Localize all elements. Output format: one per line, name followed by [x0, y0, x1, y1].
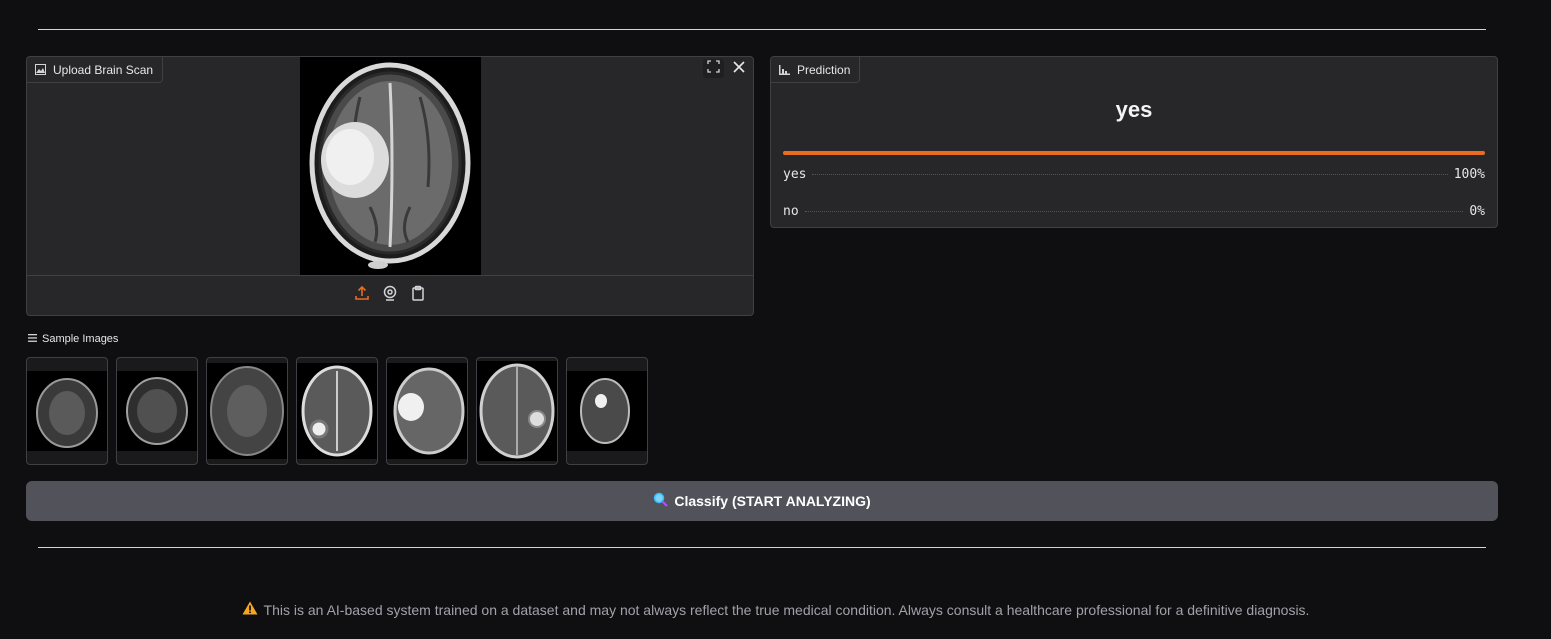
uploaded-brain-scan-image	[300, 57, 481, 275]
classify-button-label: Classify (START ANALYZING)	[674, 493, 871, 509]
samples-title: Sample Images	[42, 333, 119, 345]
webcam-button[interactable]	[381, 285, 399, 306]
confidence-row-yes: yes 100%	[783, 159, 1485, 196]
sample-image[interactable]	[206, 357, 288, 465]
confidence-percent: 0%	[1469, 204, 1485, 219]
prediction-panel: Prediction yes yes 100% no 0%	[770, 56, 1498, 228]
clipboard-button[interactable]	[409, 285, 427, 306]
clipboard-icon	[410, 285, 426, 306]
bar-chart-icon	[779, 64, 790, 75]
sample-image[interactable]	[116, 357, 198, 465]
sample-image[interactable]	[386, 357, 468, 465]
upload-image-panel[interactable]: Upload Brain Scan	[26, 56, 754, 316]
confidence-row-no: no 0%	[783, 196, 1485, 233]
webcam-icon	[382, 285, 398, 306]
confidence-percent: 100%	[1453, 167, 1485, 182]
upload-button[interactable]	[353, 285, 371, 306]
confidence-bar-fill	[783, 151, 1485, 155]
top-divider	[38, 29, 1486, 30]
list-icon	[28, 333, 37, 345]
warning-icon	[242, 601, 258, 618]
prediction-panel-label: Prediction	[771, 57, 861, 83]
confidence-list: yes 100% no 0%	[783, 151, 1485, 233]
confidence-label: no	[783, 204, 799, 219]
clear-image-button[interactable]	[728, 59, 749, 78]
upload-panel-actions	[703, 59, 749, 78]
classify-button[interactable]: Classify (START ANALYZING)	[26, 481, 1498, 521]
confidence-label: yes	[783, 167, 807, 182]
predicted-label: yes	[1115, 97, 1153, 122]
fullscreen-button[interactable]	[703, 59, 724, 78]
app-page: Upload Brain Scan Prediction yes yes 100…	[0, 0, 1551, 639]
sample-image[interactable]	[26, 357, 108, 465]
samples-header: Sample Images	[28, 333, 118, 345]
upload-panel-title: Upload Brain Scan	[53, 62, 154, 77]
sample-image[interactable]	[566, 357, 648, 465]
leader-dots	[804, 211, 1464, 212]
disclaimer-text: This is an AI-based system trained on a …	[263, 601, 1310, 618]
magnifier-icon	[653, 492, 669, 510]
leader-dots	[812, 174, 1448, 175]
close-icon	[732, 60, 745, 78]
confidence-bar	[783, 151, 1485, 155]
image-source-toolbar	[27, 275, 753, 315]
sample-images-gallery	[26, 357, 648, 465]
sample-image[interactable]	[296, 357, 378, 465]
sample-image[interactable]	[476, 357, 558, 465]
bottom-divider	[38, 547, 1486, 548]
prediction-panel-title: Prediction	[797, 62, 851, 77]
image-icon	[35, 64, 46, 75]
disclaimer: This is an AI-based system trained on a …	[0, 601, 1551, 618]
upload-icon	[354, 285, 370, 306]
fullscreen-icon	[707, 59, 720, 78]
upload-panel-label: Upload Brain Scan	[27, 57, 164, 83]
